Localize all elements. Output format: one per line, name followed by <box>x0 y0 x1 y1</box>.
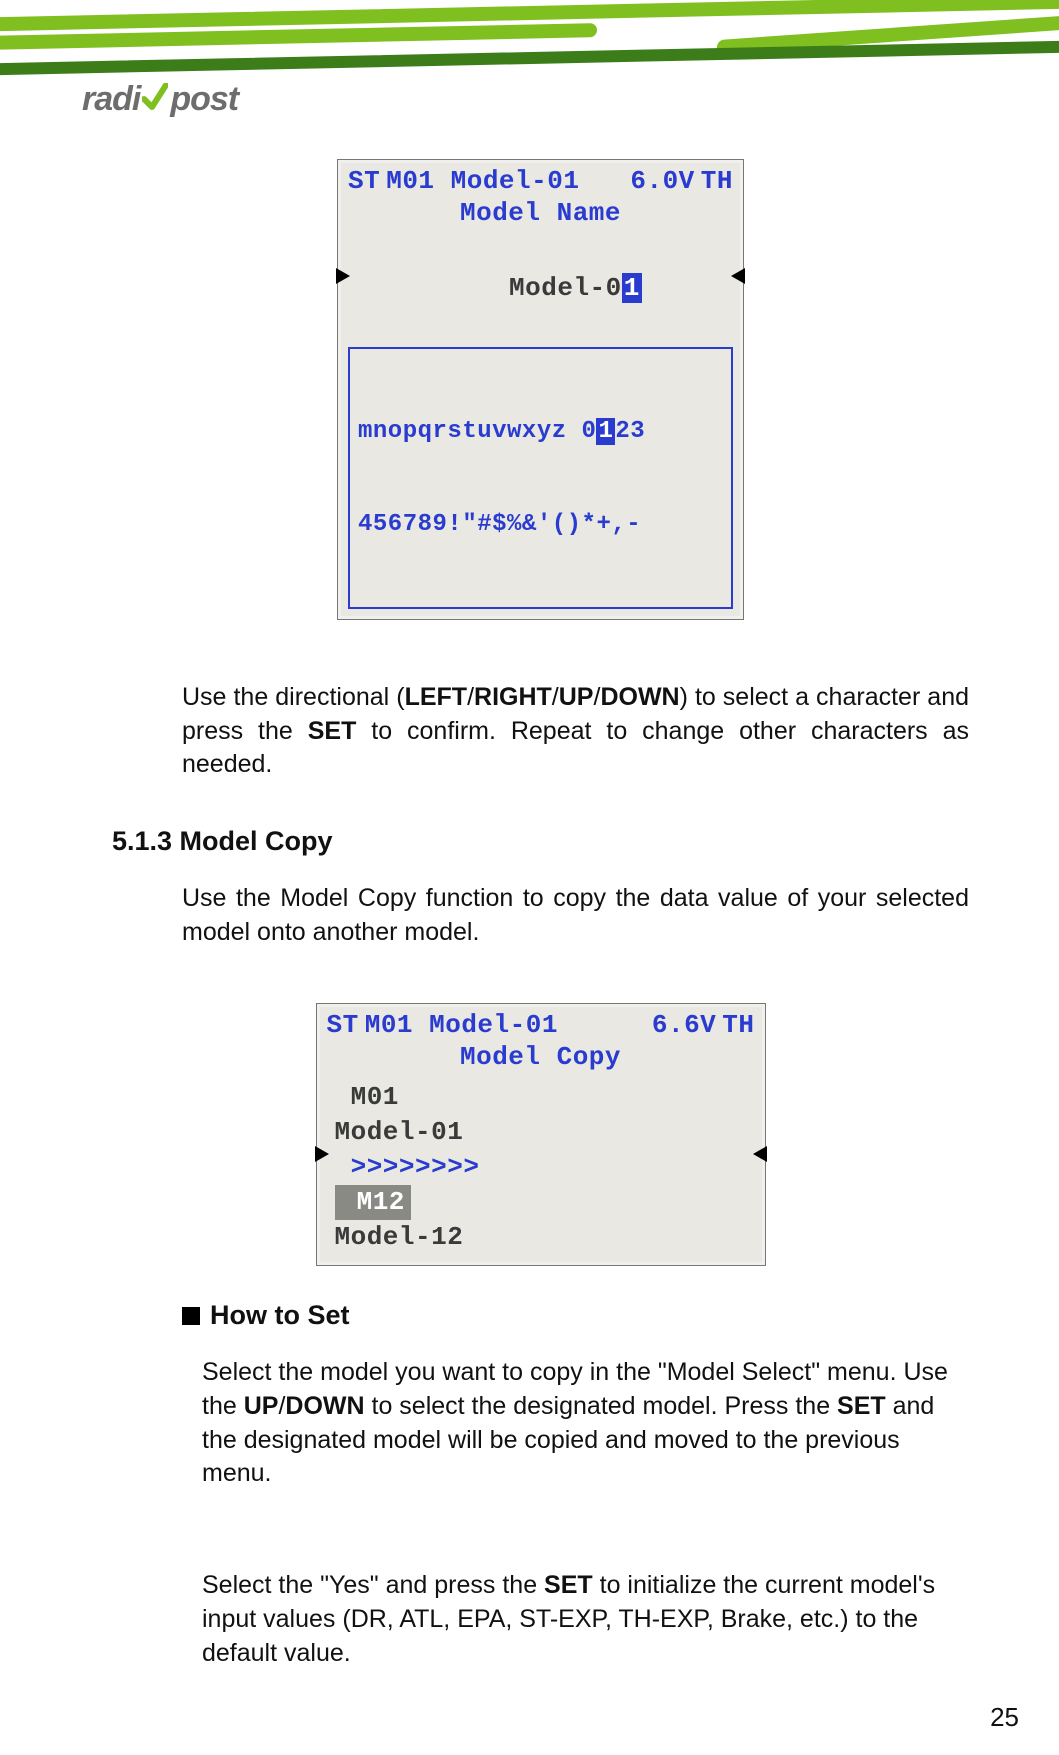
lcd-st-label: ST <box>348 166 380 196</box>
paragraph-directional: Use the directional (LEFT/RIGHT/UP/DOWN)… <box>182 681 969 782</box>
brand-logo: radi post <box>82 80 999 119</box>
logo-check-icon <box>142 83 168 113</box>
section-heading-model-copy: 5.1.3 Model Copy <box>112 826 999 857</box>
lcd-screen-title: Model Name <box>348 198 733 228</box>
paragraph-how-to-set-1: Select the model you want to copy in the… <box>202 1356 969 1491</box>
lcd-header: M01 Model-01 <box>359 1010 652 1040</box>
lcd-screen-title: Model Copy <box>327 1042 755 1072</box>
lcd-dst-name: Model-12 <box>335 1220 755 1255</box>
lcd-character-strip: mnopqrstuvwxyz 0123 456789!"#$%&'()*+,- <box>348 347 733 609</box>
square-bullet-icon <box>182 1307 200 1325</box>
lcd-header: M01 Model-01 <box>380 166 630 196</box>
lcd-src-id: M01 <box>335 1080 755 1115</box>
lcd-voltage: 6.6V <box>652 1010 716 1040</box>
lcd-dst-id: M12 <box>335 1185 411 1220</box>
lcd-edit-cursor: 1 <box>622 273 642 303</box>
logo-text-left: radi <box>82 80 140 119</box>
lcd-cursor-right-icon <box>753 1146 767 1162</box>
lcd-st-label: ST <box>327 1010 359 1040</box>
paragraph-how-to-set-2: Select the "Yes" and press the SET to in… <box>202 1569 969 1670</box>
lcd-src-name: Model-01 <box>335 1115 755 1150</box>
lcd-th-label: TH <box>695 166 733 196</box>
lcd-cursor-right-icon <box>731 268 745 284</box>
lcd-cursor-left-icon <box>336 268 350 284</box>
page-content: ST M01 Model-01 6.0V TH Model Name Model… <box>82 159 999 1670</box>
lcd-model-name-row: Model-01 <box>348 236 733 341</box>
lcd-screenshot-model-name: ST M01 Model-01 6.0V TH Model Name Model… <box>82 159 999 620</box>
lcd-cursor-left-icon <box>315 1146 329 1162</box>
lcd-screenshot-model-copy: ST M01 Model-01 6.6V TH Model Copy M01 M… <box>82 1003 999 1266</box>
paragraph-model-copy-intro: Use the Model Copy function to copy the … <box>182 882 969 950</box>
page-number: 25 <box>990 1702 1019 1733</box>
lcd-copy-arrow: >>>>>>>> <box>335 1150 755 1185</box>
logo-text-right: post <box>170 80 238 119</box>
page: radi post ST M01 Model-01 6.0V TH Model … <box>0 0 1059 1755</box>
header-stripes <box>0 0 1059 70</box>
subheading-how-to-set: How to Set <box>182 1300 999 1331</box>
lcd-voltage: 6.0V <box>630 166 694 196</box>
lcd-th-label: TH <box>716 1010 754 1040</box>
